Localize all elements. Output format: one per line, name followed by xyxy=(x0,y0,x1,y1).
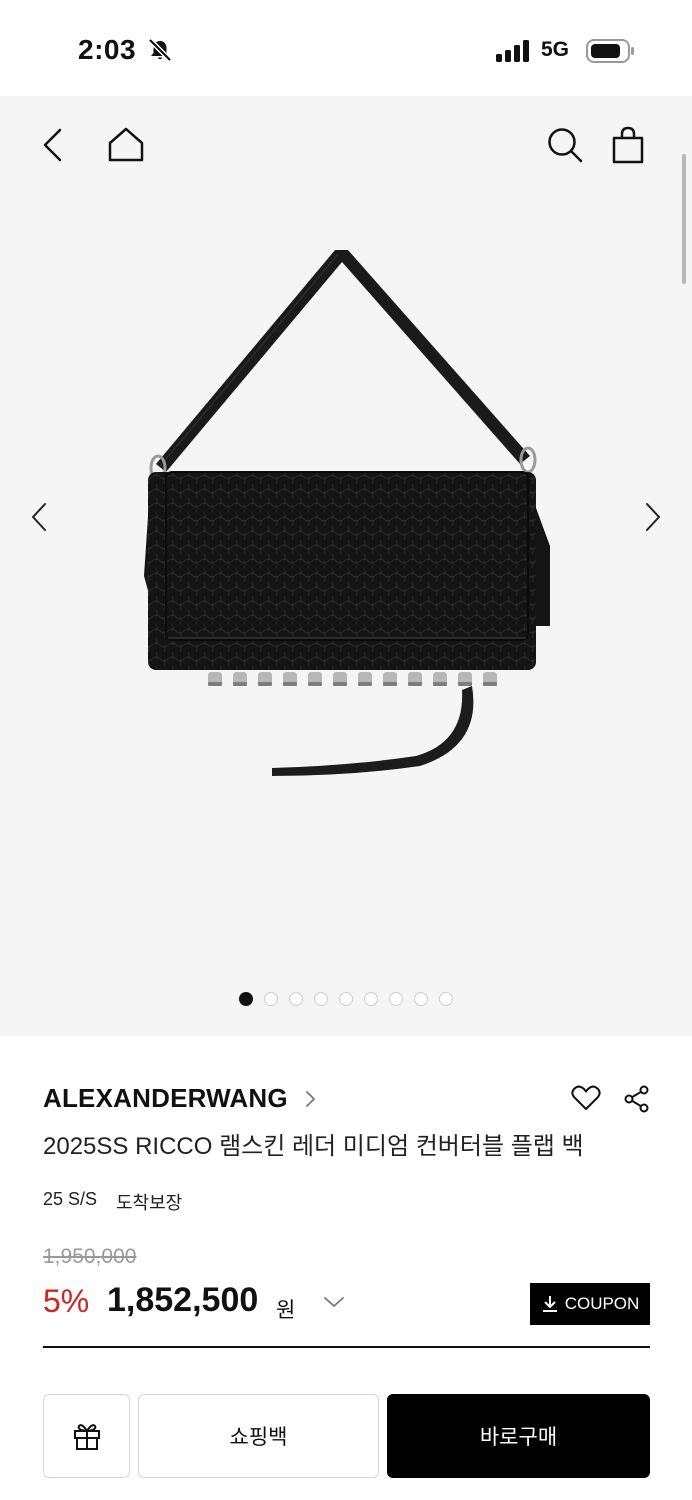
pagination-dot[interactable] xyxy=(314,992,328,1006)
pagination-dot[interactable] xyxy=(264,992,278,1006)
add-to-bag-button[interactable]: 쇼핑백 xyxy=(138,1394,379,1478)
brand-name: ALEXANDERWANG xyxy=(43,1083,288,1113)
heart-icon[interactable] xyxy=(571,1085,601,1111)
status-time: 2:03 xyxy=(78,34,137,65)
pagination-dot[interactable] xyxy=(414,992,428,1006)
pagination-dot[interactable] xyxy=(289,992,303,1006)
pagination-dot[interactable] xyxy=(239,992,253,1006)
scrollbar[interactable] xyxy=(682,154,686,284)
product-image xyxy=(144,250,550,776)
buy-now-button[interactable]: 바로구매 xyxy=(387,1394,650,1478)
status-bar: 2:03 5G xyxy=(0,0,692,96)
next-image-arrow[interactable] xyxy=(644,502,662,532)
download-icon xyxy=(542,1296,557,1312)
coupon-download-button[interactable]: COUPON xyxy=(530,1283,650,1325)
delivery-badge: 도착보장 xyxy=(116,1193,183,1213)
product-title: 2025SS RICCO 램스킨 레더 미디엄 컨버터블 플랩 백 xyxy=(43,1133,584,1160)
back-icon[interactable] xyxy=(40,128,66,162)
network-label: 5G xyxy=(541,38,570,61)
home-icon[interactable] xyxy=(107,126,145,162)
sale-price: 1,852,500 xyxy=(107,1281,259,1319)
season-tag: 25 S/S xyxy=(43,1189,98,1209)
brand-link[interactable]: ALEXANDERWANG xyxy=(43,1083,316,1114)
chevron-down-icon[interactable] xyxy=(322,1294,346,1310)
original-price: 1,950,000 xyxy=(43,1245,137,1268)
battery-icon xyxy=(586,39,634,63)
pagination-dot[interactable] xyxy=(439,992,453,1006)
product-gallery[interactable] xyxy=(0,96,692,1036)
bottom-action-bar: 쇼핑백 바로구매 xyxy=(0,1388,692,1500)
share-icon[interactable] xyxy=(623,1085,651,1113)
gift-icon xyxy=(73,1424,100,1450)
image-pagination[interactable] xyxy=(0,992,692,1006)
gift-button[interactable] xyxy=(43,1394,130,1478)
search-icon[interactable] xyxy=(546,126,584,164)
pagination-dot[interactable] xyxy=(339,992,353,1006)
signal-icon xyxy=(496,40,529,62)
price-unit: 원 xyxy=(276,1299,296,1322)
chevron-right-icon xyxy=(305,1090,315,1107)
pagination-dot[interactable] xyxy=(364,992,378,1006)
shopping-bag-icon[interactable] xyxy=(612,126,644,164)
divider xyxy=(43,1346,650,1348)
bell-muted-icon xyxy=(148,38,172,62)
pagination-dot[interactable] xyxy=(389,992,403,1006)
discount-rate: 5% xyxy=(43,1283,90,1319)
prev-image-arrow[interactable] xyxy=(30,502,48,532)
coupon-label: COUPON xyxy=(564,1294,640,1313)
